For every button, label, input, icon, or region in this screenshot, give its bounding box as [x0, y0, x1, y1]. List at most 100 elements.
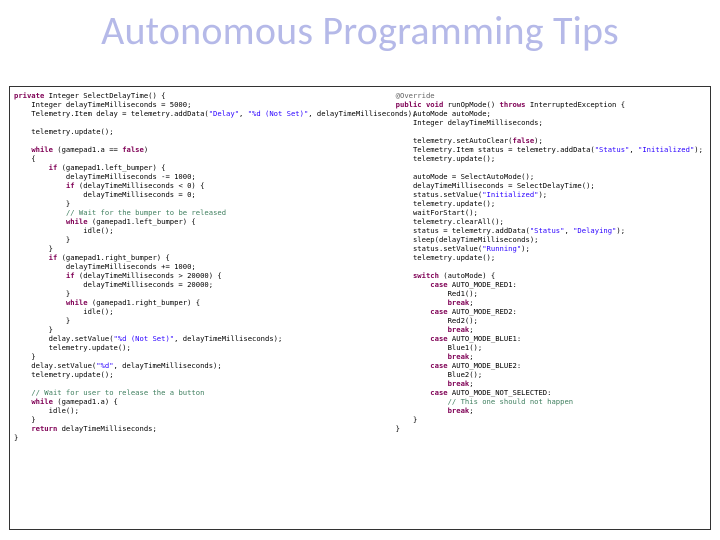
t: ;: [469, 379, 473, 388]
t: Blue2();: [396, 370, 483, 379]
t: idle();: [14, 226, 114, 235]
t: idle();: [14, 307, 114, 316]
t: idle();: [14, 406, 79, 415]
t: );: [694, 145, 703, 154]
t: Integer SelectDelayTime() {: [44, 91, 165, 100]
t: , delayTimeMilliseconds);: [114, 361, 222, 370]
t: }: [14, 235, 70, 244]
t: Integer delayTimeMilliseconds = 5000;: [14, 100, 191, 109]
t: "Initialized": [638, 145, 694, 154]
t: (gamepad1.left_bumper) {: [88, 217, 196, 226]
t: status = telemetry.addData(: [396, 226, 530, 235]
t: ;: [469, 352, 473, 361]
t: autoMode = SelectAutoMode();: [396, 172, 534, 181]
t: "Initialized": [482, 190, 538, 199]
t: [396, 325, 448, 334]
t: telemetry.update();: [14, 127, 114, 136]
t: "Running": [482, 244, 521, 253]
t: , delayTimeMilliseconds);: [174, 334, 282, 343]
t: "Status": [595, 145, 630, 154]
t: [396, 352, 448, 361]
t: while: [31, 145, 53, 154]
t: if: [49, 253, 58, 262]
t: while: [66, 298, 88, 307]
t: waitForStart();: [396, 208, 478, 217]
t: (gamepad1.right_bumper) {: [57, 253, 170, 262]
t: [14, 181, 66, 190]
t: AUTO_MODE_NOT_SELECTED:: [448, 388, 552, 397]
t: false: [513, 136, 535, 145]
t: delay.setValue(: [14, 361, 96, 370]
t: delayTimeMilliseconds;: [57, 424, 157, 433]
t: AUTO_MODE_BLUE1:: [448, 334, 522, 343]
code-left: private Integer SelectDelayTime() { Inte…: [14, 91, 388, 525]
t: ,: [239, 109, 248, 118]
t: switch: [413, 271, 439, 280]
t: "%d (Not Set)": [114, 334, 175, 343]
t: telemetry.update();: [14, 343, 131, 352]
t: ;: [469, 325, 473, 334]
t: [396, 334, 431, 343]
t: "Delay": [209, 109, 239, 118]
t: ,: [629, 145, 638, 154]
t: Red1();: [396, 289, 478, 298]
t: telemetry.update();: [396, 253, 496, 262]
t: Telemetry.Item status = telemetry.addDat…: [396, 145, 595, 154]
t: [14, 424, 31, 433]
t: [14, 217, 66, 226]
t: delayTimeMilliseconds = 20000;: [14, 280, 213, 289]
t: (gamepad1.a) {: [53, 397, 118, 406]
t: if: [66, 181, 75, 190]
t: case: [430, 280, 447, 289]
t: );: [538, 190, 547, 199]
t: public void: [396, 100, 444, 109]
t: [396, 397, 448, 406]
t: telemetry.update();: [396, 199, 496, 208]
t: }: [14, 325, 53, 334]
t: );: [616, 226, 625, 235]
slide: Autonomous Programming Tips private Inte…: [0, 0, 720, 540]
t: telemetry.update();: [396, 154, 496, 163]
t: [396, 406, 448, 415]
t: break: [448, 352, 470, 361]
t: delayTimeMilliseconds += 1000;: [14, 262, 196, 271]
t: [14, 253, 49, 262]
t: "Delaying": [573, 226, 616, 235]
t: Red2();: [396, 316, 478, 325]
t: AUTO_MODE_RED2:: [448, 307, 517, 316]
t: InterruptedException {: [526, 100, 626, 109]
t: Telemetry.Item delay = telemetry.addData…: [14, 109, 209, 118]
t: throws: [500, 100, 526, 109]
t: telemetry.update();: [14, 370, 114, 379]
t: Blue1();: [396, 343, 483, 352]
t: break: [448, 406, 470, 415]
t: AutoMode autoMode;: [396, 109, 491, 118]
t: (autoMode) {: [439, 271, 495, 280]
code-right: @Override public void runOpMode() throws…: [396, 91, 706, 525]
t: false: [122, 145, 144, 154]
t: [14, 208, 66, 217]
t: [396, 298, 448, 307]
t: [14, 163, 49, 172]
t: AUTO_MODE_BLUE2:: [448, 361, 522, 370]
t: ;: [469, 298, 473, 307]
t: [396, 280, 431, 289]
t: [14, 298, 66, 307]
t: // This one should not happen: [448, 397, 574, 406]
t: // Wait for user to release the a button: [31, 388, 204, 397]
t: (gamepad1.right_bumper) {: [88, 298, 201, 307]
t: break: [448, 325, 470, 334]
t: }: [14, 433, 18, 442]
t: [14, 271, 66, 280]
t: }: [14, 289, 70, 298]
t: {: [14, 154, 36, 163]
code-container: private Integer SelectDelayTime() { Inte…: [9, 86, 711, 530]
t: [14, 388, 31, 397]
t: }: [396, 424, 400, 433]
t: }: [14, 415, 36, 424]
t: ;: [469, 406, 473, 415]
t: );: [521, 244, 530, 253]
t: ): [144, 145, 148, 154]
t: while: [31, 397, 53, 406]
t: }: [14, 244, 53, 253]
